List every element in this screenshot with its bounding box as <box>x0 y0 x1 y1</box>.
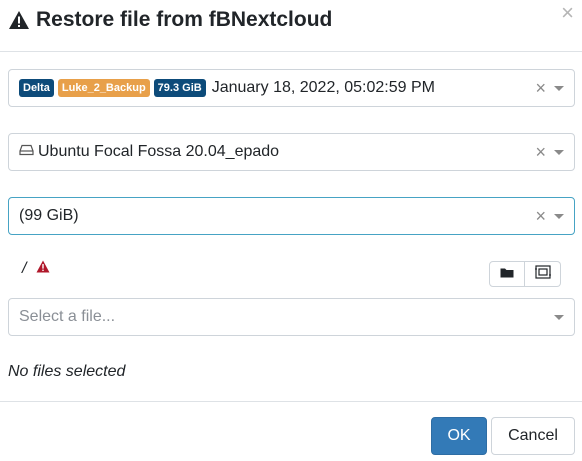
file-select-value: Select a file... <box>19 299 115 335</box>
close-icon[interactable]: × <box>561 2 574 24</box>
backup-type-badge: Delta <box>19 79 54 97</box>
disk-name: Ubuntu Focal Fossa 20.04_epado <box>38 143 280 160</box>
select-all-icon <box>534 264 551 284</box>
cancel-button[interactable]: Cancel <box>491 417 575 455</box>
path-breadcrumb: / <box>22 258 50 280</box>
partition-select[interactable]: (99 GiB) × <box>8 197 575 235</box>
partition-name: (99 GiB) <box>19 207 79 224</box>
disk-select[interactable]: Ubuntu Focal Fossa 20.04_epado × <box>8 133 575 171</box>
select-all-button[interactable] <box>525 261 561 287</box>
browse-folder-button[interactable] <box>489 261 525 287</box>
hard-drive-icon <box>19 143 34 161</box>
clear-partition-icon[interactable]: × <box>535 198 546 234</box>
clear-backup-icon[interactable]: × <box>535 70 546 106</box>
dialog-title-row: Restore file from fBNextcloud <box>8 4 332 36</box>
chevron-down-icon[interactable] <box>554 150 564 155</box>
file-select-placeholder: Select a file... <box>19 308 116 325</box>
disk-select-value: Ubuntu Focal Fossa 20.04_epado <box>19 134 279 170</box>
warning-triangle-icon <box>8 10 30 30</box>
dialog-header: Restore file from fBNextcloud × <box>0 0 582 52</box>
chevron-down-icon[interactable] <box>554 315 564 320</box>
ok-button[interactable]: OK <box>431 417 487 455</box>
chevron-down-icon[interactable] <box>554 214 564 219</box>
restore-dialog: Restore file from fBNextcloud × Delta Lu… <box>0 0 582 461</box>
dialog-title: Restore file from fBNextcloud <box>36 8 333 31</box>
folder-icon <box>500 265 514 283</box>
clear-disk-icon[interactable]: × <box>535 134 546 170</box>
dialog-footer: OK Cancel <box>0 401 582 461</box>
selection-status: No files selected <box>8 363 126 380</box>
file-tool-buttons <box>489 261 561 287</box>
backup-select-value: Delta Luke_2_Backup 79.3 GiB January 18,… <box>19 70 435 106</box>
warning-triangle-icon <box>36 260 50 278</box>
backup-size-badge: 79.3 GiB <box>153 79 206 97</box>
backup-date: January 18, 2022, 05:02:59 PM <box>211 79 435 96</box>
backup-name-badge: Luke_2_Backup <box>57 79 150 97</box>
file-select[interactable]: Select a file... <box>8 298 575 336</box>
partition-select-value: (99 GiB) <box>19 198 79 234</box>
backup-select[interactable]: Delta Luke_2_Backup 79.3 GiB January 18,… <box>8 69 575 107</box>
chevron-down-icon[interactable] <box>554 86 564 91</box>
path-root[interactable]: / <box>22 260 26 278</box>
